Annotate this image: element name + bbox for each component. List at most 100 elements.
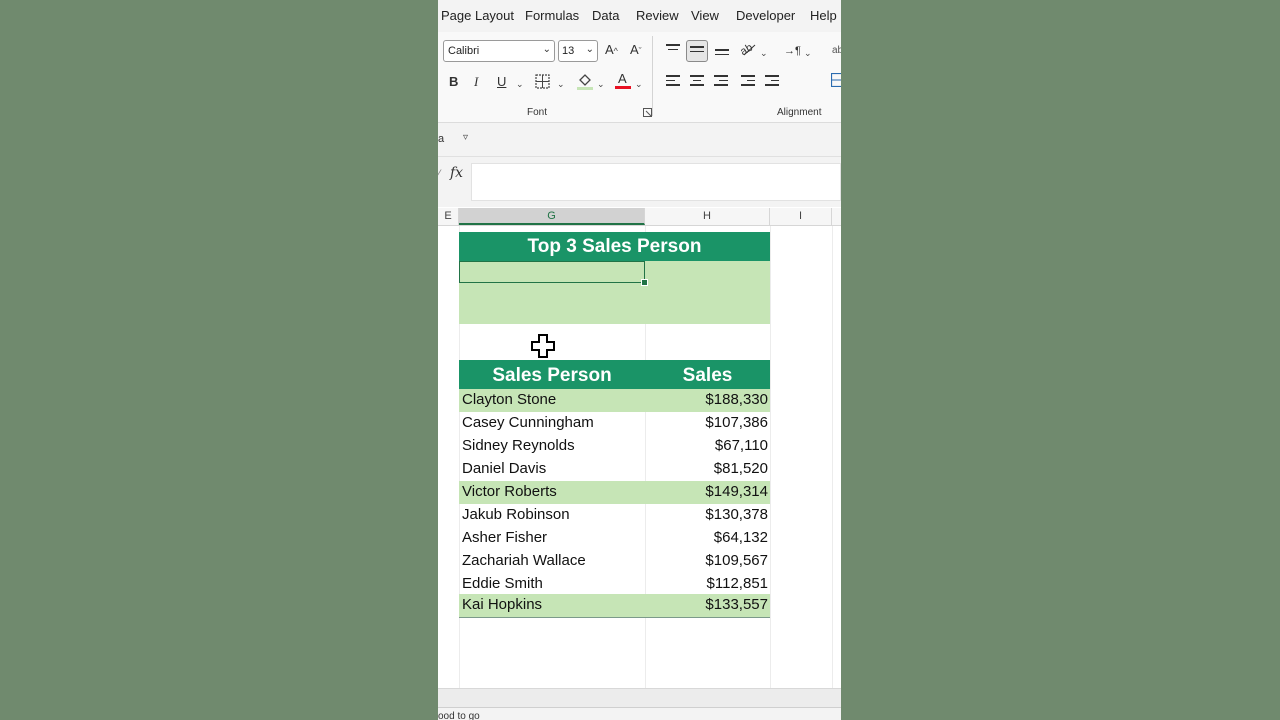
header-sales-person[interactable]: Sales Person	[459, 360, 645, 389]
fill-color-chevron-icon[interactable]: ⌄	[597, 76, 605, 92]
table-row[interactable]: Kai Hopkins $133,557	[459, 594, 770, 617]
tab-formulas[interactable]: Formulas	[525, 8, 579, 23]
sales-person-cell: Jakub Robinson	[462, 506, 570, 523]
column-header-h[interactable]: H	[645, 208, 770, 225]
sales-table-header: Sales Person Sales	[459, 360, 770, 389]
grow-font-button[interactable]: A^	[605, 42, 618, 59]
tab-data[interactable]: Data	[592, 8, 619, 23]
orientation-chevron-icon[interactable]: ⌄	[760, 45, 768, 61]
increase-indent-icon[interactable]	[765, 75, 779, 87]
paragraph-icon: ¶	[795, 45, 801, 57]
table-row[interactable]: Victor Roberts $149,314	[459, 481, 770, 504]
fill-handle[interactable]	[641, 279, 648, 286]
customize-toolbar-icon[interactable]: ▿	[463, 132, 468, 143]
font-dialog-launcher-icon[interactable]	[643, 108, 652, 117]
sheet-tabs-strip[interactable]	[438, 688, 841, 708]
column-header-e[interactable]: E	[438, 208, 459, 225]
bottom-align-icon[interactable]	[715, 49, 729, 61]
sales-cell: $81,520	[713, 460, 768, 477]
sales-person-cell: Zachariah Wallace	[462, 552, 586, 569]
table-row[interactable]: Jakub Robinson $130,378	[459, 504, 770, 527]
shrink-font-button[interactable]: Aˇ	[630, 42, 642, 59]
borders-chevron-icon[interactable]: ⌄	[557, 76, 565, 92]
top-align-icon[interactable]	[666, 44, 680, 56]
chevron-down-icon: ⌄	[585, 44, 594, 55]
align-left-icon[interactable]	[666, 75, 680, 87]
sales-cell: $64,132	[713, 529, 768, 546]
align-center-icon[interactable]	[690, 75, 704, 87]
tab-developer[interactable]: Developer	[736, 8, 795, 23]
sales-person-cell: Casey Cunningham	[462, 414, 594, 431]
gridline	[832, 226, 833, 688]
shrink-font-icon: A	[630, 42, 639, 57]
tab-review[interactable]: Review	[636, 8, 679, 23]
formula-input[interactable]	[471, 163, 841, 201]
font-color-button[interactable]: A	[615, 71, 631, 89]
status-bar: ood to go	[438, 707, 841, 720]
formula-bar: ⁄ fx	[438, 157, 841, 207]
font-name-value: Calibri	[448, 45, 480, 57]
grow-font-icon: A	[605, 42, 614, 57]
orientation-icon[interactable]: ab	[740, 41, 758, 57]
chevron-down-icon: ⌄	[542, 44, 551, 55]
fill-color-icon[interactable]	[577, 72, 593, 90]
quick-access-bar: a ▿	[438, 123, 841, 157]
sales-cell: $112,851	[706, 575, 768, 592]
font-group-label: Font	[527, 107, 548, 118]
underline-button[interactable]: U	[497, 74, 506, 90]
table-row[interactable]: Eddie Smith $112,851	[459, 573, 770, 596]
table-row[interactable]: Zachariah Wallace $109,567	[459, 550, 770, 573]
gridline	[770, 226, 771, 688]
sales-cell: $107,386	[705, 414, 768, 431]
insert-function-icon[interactable]: fx	[450, 165, 463, 181]
active-cell-g2[interactable]	[459, 261, 645, 283]
middle-align-button[interactable]	[686, 40, 708, 62]
column-header-g[interactable]: G	[459, 208, 645, 225]
alignment-group-label: Alignment	[777, 107, 822, 118]
sales-cell: $149,314	[705, 483, 768, 500]
sales-person-cell: Victor Roberts	[462, 483, 557, 500]
underline-chevron-icon[interactable]: ⌄	[516, 76, 524, 92]
sales-person-cell: Kai Hopkins	[462, 596, 543, 613]
italic-button[interactable]: I	[474, 74, 478, 90]
table-row[interactable]: Asher Fisher $64,132	[459, 527, 770, 550]
wrap-text-icon[interactable]: ab	[832, 43, 841, 59]
menu-bar: Page Layout Formulas Data Review View De…	[438, 0, 841, 32]
font-size-value: 13	[562, 45, 575, 57]
font-color-chevron-icon[interactable]: ⌄	[635, 76, 643, 92]
sales-cell: $67,110	[714, 437, 768, 454]
decrease-indent-icon[interactable]	[741, 75, 755, 87]
font-name-dropdown[interactable]: Calibri ⌄	[443, 40, 555, 62]
top3-title-banner[interactable]: Top 3 Sales Person	[459, 232, 770, 261]
column-header-i[interactable]: I	[770, 208, 832, 225]
text-direction-button[interactable]: →¶	[784, 43, 801, 59]
table-row[interactable]: Casey Cunningham $107,386	[459, 412, 770, 435]
name-box-fragment[interactable]: a	[438, 133, 444, 145]
sales-person-cell: Sidney Reynolds	[462, 437, 575, 454]
align-right-icon[interactable]	[714, 75, 728, 87]
column-headers: E G H I	[438, 208, 841, 226]
table-row[interactable]: Clayton Stone $188,330	[459, 389, 770, 412]
table-row[interactable]: Sidney Reynolds $67,110	[459, 435, 770, 458]
table-row[interactable]: Daniel Davis $81,520	[459, 458, 770, 481]
status-text: ood to go	[438, 711, 480, 720]
header-sales[interactable]: Sales	[645, 360, 770, 389]
middle-align-icon	[690, 46, 704, 58]
sales-person-cell: Eddie Smith	[462, 575, 543, 592]
worksheet-grid[interactable]: Top 3 Sales Person Sales Person Sales Cl…	[438, 226, 841, 688]
tab-help[interactable]: Help	[810, 8, 837, 23]
sales-person-cell: Clayton Stone	[462, 391, 557, 408]
tab-view[interactable]: View	[691, 8, 719, 23]
svg-text:ab: ab	[740, 42, 755, 57]
excel-window: Page Layout Formulas Data Review View De…	[438, 0, 841, 720]
tab-page-layout[interactable]: Page Layout	[441, 8, 514, 23]
sales-person-cell: Asher Fisher	[462, 529, 548, 546]
font-size-dropdown[interactable]: 13 ⌄	[558, 40, 598, 62]
text-direction-chevron-icon[interactable]: ⌄	[804, 45, 812, 61]
bold-button[interactable]: B	[449, 74, 458, 90]
merge-center-icon[interactable]	[831, 73, 841, 87]
table-bottom-border	[459, 617, 770, 618]
formula-bar-divider: ⁄	[438, 167, 441, 181]
sales-cell: $109,567	[705, 552, 768, 569]
borders-icon[interactable]	[535, 74, 550, 89]
